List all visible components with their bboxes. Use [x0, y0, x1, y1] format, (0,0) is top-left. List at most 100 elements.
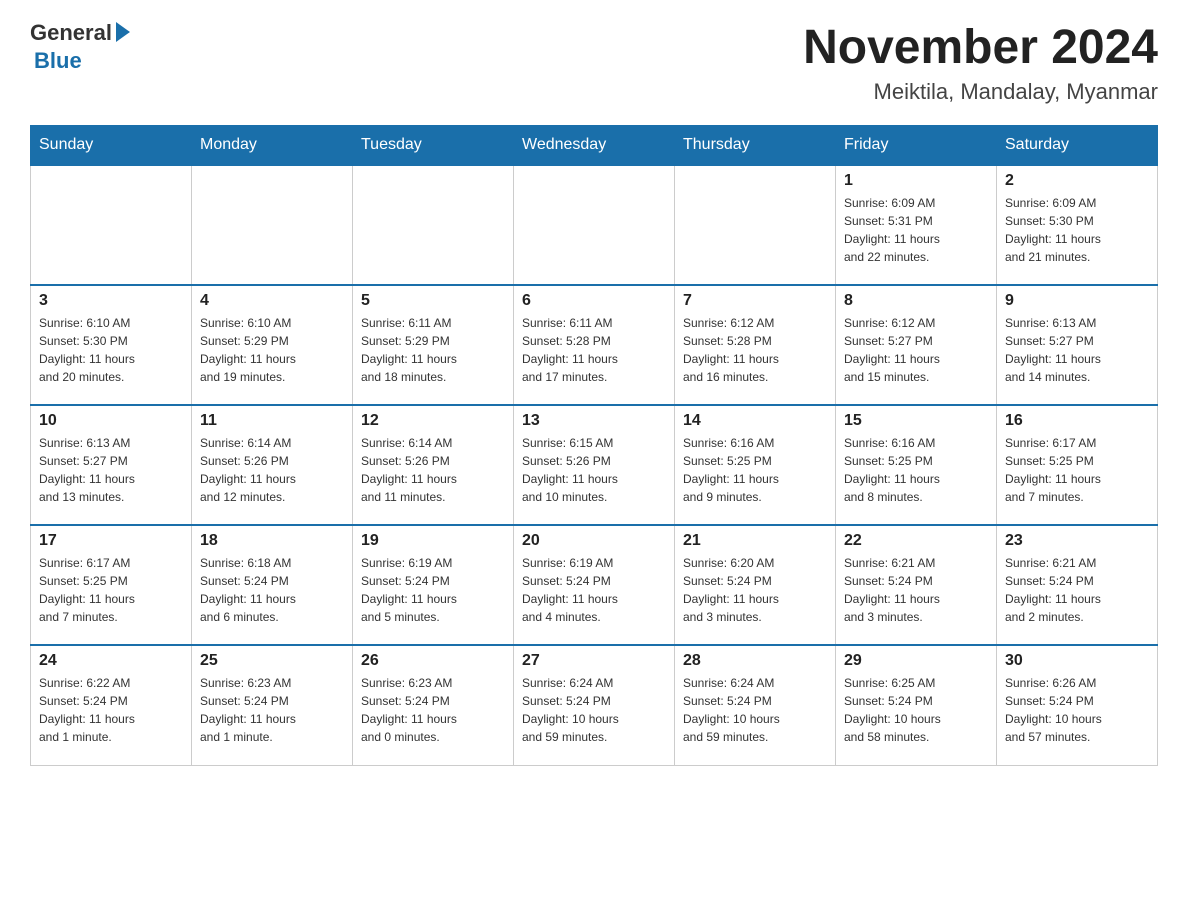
month-title: November 2024: [803, 20, 1158, 75]
calendar-cell: [514, 165, 675, 285]
calendar-cell: 27Sunrise: 6:24 AM Sunset: 5:24 PM Dayli…: [514, 645, 675, 765]
day-number: 28: [683, 652, 827, 670]
day-info: Sunrise: 6:20 AM Sunset: 5:24 PM Dayligh…: [683, 554, 827, 626]
calendar-cell: 2Sunrise: 6:09 AM Sunset: 5:30 PM Daylig…: [997, 165, 1158, 285]
week-row-2: 3 Sunrise: 6:10 AM Sunset: 5:30 PM Daylig…: [31, 285, 1158, 405]
day-number: 12: [361, 412, 505, 430]
calendar-cell: 26 Sunrise: 6:23 AM Sunset: 5:24 PM Dayli…: [353, 645, 514, 765]
day-info: Sunrise: 6:23 AM Sunset: 5:24 PM Dayligh…: [361, 674, 505, 746]
calendar-cell: 16 Sunrise: 6:17 AM Sunset: 5:25 PM Dayli…: [997, 405, 1158, 525]
calendar-cell: 23 Sunrise: 6:21 AM Sunset: 5:24 PM Dayli…: [997, 525, 1158, 645]
calendar-cell: 10 Sunrise: 6:13 AM Sunset: 5:27 PM Dayli…: [31, 405, 192, 525]
day-info: Sunrise: 6:23 AM Sunset: 5:24 PM Dayligh…: [200, 674, 344, 746]
day-info: Sunrise: 6:17 AM Sunset: 5:25 PM Dayligh…: [1005, 434, 1149, 506]
day-info: Sunrise: 6:25 AM Sunset: 5:24 PM Dayligh…: [844, 674, 988, 746]
day-info: Sunrise: 6:21 AM Sunset: 5:24 PM Dayligh…: [844, 554, 988, 626]
day-number: 4: [200, 292, 344, 310]
calendar-cell: 30 Sunrise: 6:26 AM Sunset: 5:24 PM Dayli…: [997, 645, 1158, 765]
day-number: 29: [844, 652, 988, 670]
day-number: 10: [39, 412, 183, 430]
day-info: Sunrise: 6:24 AM Sunset: 5:24 PM Dayligh…: [522, 674, 666, 746]
weekday-header-row: SundayMondayTuesdayWednesdayThursdayFrid…: [31, 126, 1158, 166]
calendar-cell: 18 Sunrise: 6:18 AM Sunset: 5:24 PM Dayli…: [192, 525, 353, 645]
logo-blue-text: Blue: [34, 48, 82, 74]
day-info: Sunrise: 6:13 AM Sunset: 5:27 PM Dayligh…: [39, 434, 183, 506]
day-info: Sunrise: 6:21 AM Sunset: 5:24 PM Dayligh…: [1005, 554, 1149, 626]
weekday-header-monday: Monday: [192, 126, 353, 166]
day-info: Sunrise: 6:16 AM Sunset: 5:25 PM Dayligh…: [683, 434, 827, 506]
calendar-cell: [353, 165, 514, 285]
calendar-cell: 12 Sunrise: 6:14 AM Sunset: 5:26 PM Dayli…: [353, 405, 514, 525]
day-info: Sunrise: 6:17 AM Sunset: 5:25 PM Dayligh…: [39, 554, 183, 626]
week-row-3: 10 Sunrise: 6:13 AM Sunset: 5:27 PM Dayli…: [31, 405, 1158, 525]
day-info: Sunrise: 6:13 AM Sunset: 5:27 PM Dayligh…: [1005, 314, 1149, 386]
calendar-cell: 11 Sunrise: 6:14 AM Sunset: 5:26 PM Dayli…: [192, 405, 353, 525]
week-row-1: 1 Sunrise: 6:09 AM Sunset: 5:31 PM Daylig…: [31, 165, 1158, 285]
day-number: 3: [39, 292, 183, 310]
day-number: 1: [844, 172, 988, 190]
weekday-header-friday: Friday: [836, 126, 997, 166]
calendar-cell: 8 Sunrise: 6:12 AM Sunset: 5:27 PM Daylig…: [836, 285, 997, 405]
day-number: 22: [844, 532, 988, 550]
calendar-cell: 3 Sunrise: 6:10 AM Sunset: 5:30 PM Daylig…: [31, 285, 192, 405]
day-number: 8: [844, 292, 988, 310]
day-number: 9: [1005, 292, 1149, 310]
calendar-cell: 28 Sunrise: 6:24 AM Sunset: 5:24 PM Dayli…: [675, 645, 836, 765]
calendar-cell: 5Sunrise: 6:11 AM Sunset: 5:29 PM Daylig…: [353, 285, 514, 405]
day-number: 20: [522, 532, 666, 550]
calendar-cell: [192, 165, 353, 285]
day-number: 23: [1005, 532, 1149, 550]
day-number: 21: [683, 532, 827, 550]
week-row-5: 24 Sunrise: 6:22 AM Sunset: 5:24 PM Dayli…: [31, 645, 1158, 765]
calendar-cell: 1 Sunrise: 6:09 AM Sunset: 5:31 PM Daylig…: [836, 165, 997, 285]
day-info: Sunrise: 6:18 AM Sunset: 5:24 PM Dayligh…: [200, 554, 344, 626]
week-row-4: 17Sunrise: 6:17 AM Sunset: 5:25 PM Dayli…: [31, 525, 1158, 645]
day-info: Sunrise: 6:24 AM Sunset: 5:24 PM Dayligh…: [683, 674, 827, 746]
day-info: Sunrise: 6:12 AM Sunset: 5:27 PM Dayligh…: [844, 314, 988, 386]
day-number: 2: [1005, 172, 1149, 190]
calendar-cell: 20Sunrise: 6:19 AM Sunset: 5:24 PM Dayli…: [514, 525, 675, 645]
calendar-cell: 9 Sunrise: 6:13 AM Sunset: 5:27 PM Daylig…: [997, 285, 1158, 405]
calendar-cell: [675, 165, 836, 285]
day-info: Sunrise: 6:14 AM Sunset: 5:26 PM Dayligh…: [200, 434, 344, 506]
page-header: General Blue November 2024 Meiktila, Man…: [30, 20, 1158, 105]
day-number: 18: [200, 532, 344, 550]
calendar-table: SundayMondayTuesdayWednesdayThursdayFrid…: [30, 125, 1158, 766]
calendar-cell: 24 Sunrise: 6:22 AM Sunset: 5:24 PM Dayli…: [31, 645, 192, 765]
calendar-cell: 17Sunrise: 6:17 AM Sunset: 5:25 PM Dayli…: [31, 525, 192, 645]
day-number: 30: [1005, 652, 1149, 670]
day-info: Sunrise: 6:11 AM Sunset: 5:28 PM Dayligh…: [522, 314, 666, 386]
day-info: Sunrise: 6:12 AM Sunset: 5:28 PM Dayligh…: [683, 314, 827, 386]
day-number: 15: [844, 412, 988, 430]
calendar-cell: [31, 165, 192, 285]
day-number: 19: [361, 532, 505, 550]
day-number: 14: [683, 412, 827, 430]
day-info: Sunrise: 6:16 AM Sunset: 5:25 PM Dayligh…: [844, 434, 988, 506]
calendar-cell: 4Sunrise: 6:10 AM Sunset: 5:29 PM Daylig…: [192, 285, 353, 405]
day-info: Sunrise: 6:22 AM Sunset: 5:24 PM Dayligh…: [39, 674, 183, 746]
weekday-header-wednesday: Wednesday: [514, 126, 675, 166]
calendar-cell: 6Sunrise: 6:11 AM Sunset: 5:28 PM Daylig…: [514, 285, 675, 405]
day-info: Sunrise: 6:19 AM Sunset: 5:24 PM Dayligh…: [361, 554, 505, 626]
day-number: 16: [1005, 412, 1149, 430]
day-info: Sunrise: 6:09 AM Sunset: 5:31 PM Dayligh…: [844, 194, 988, 266]
calendar-cell: 7 Sunrise: 6:12 AM Sunset: 5:28 PM Daylig…: [675, 285, 836, 405]
weekday-header-saturday: Saturday: [997, 126, 1158, 166]
title-block: November 2024 Meiktila, Mandalay, Myanma…: [803, 20, 1158, 105]
day-number: 7: [683, 292, 827, 310]
logo-general-text: General: [30, 20, 112, 46]
day-number: 24: [39, 652, 183, 670]
day-number: 25: [200, 652, 344, 670]
weekday-header-sunday: Sunday: [31, 126, 192, 166]
day-number: 11: [200, 412, 344, 430]
day-info: Sunrise: 6:11 AM Sunset: 5:29 PM Dayligh…: [361, 314, 505, 386]
day-info: Sunrise: 6:26 AM Sunset: 5:24 PM Dayligh…: [1005, 674, 1149, 746]
calendar-cell: 22 Sunrise: 6:21 AM Sunset: 5:24 PM Dayli…: [836, 525, 997, 645]
calendar-cell: 25 Sunrise: 6:23 AM Sunset: 5:24 PM Dayli…: [192, 645, 353, 765]
day-info: Sunrise: 6:10 AM Sunset: 5:30 PM Dayligh…: [39, 314, 183, 386]
day-info: Sunrise: 6:14 AM Sunset: 5:26 PM Dayligh…: [361, 434, 505, 506]
calendar-cell: 29 Sunrise: 6:25 AM Sunset: 5:24 PM Dayli…: [836, 645, 997, 765]
calendar-cell: 14 Sunrise: 6:16 AM Sunset: 5:25 PM Dayli…: [675, 405, 836, 525]
weekday-header-tuesday: Tuesday: [353, 126, 514, 166]
day-number: 26: [361, 652, 505, 670]
